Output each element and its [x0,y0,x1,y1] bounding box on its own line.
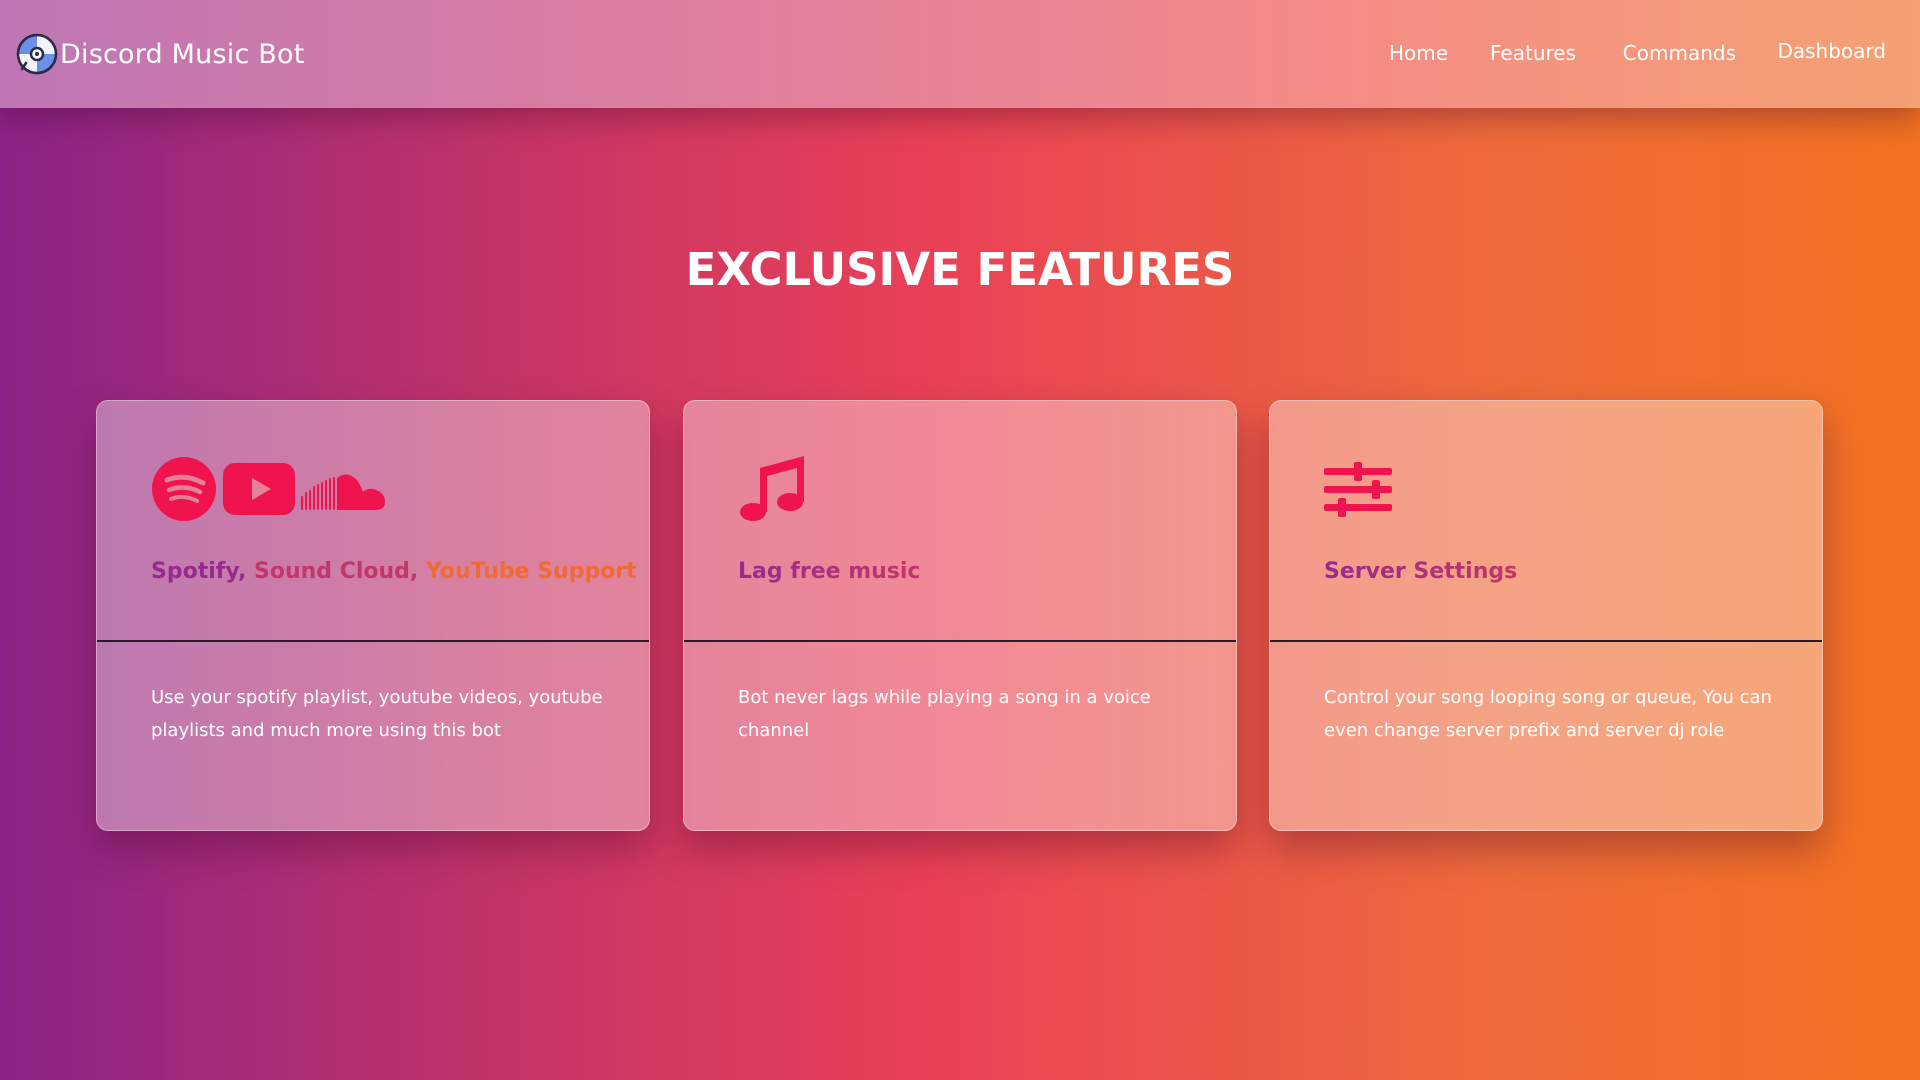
heading-soundcloud: Sound Cloud, [254,559,426,584]
heading-spotify: Spotify, [151,559,254,584]
card-divider [97,640,649,642]
nav-commands-link[interactable]: Commands [1623,41,1736,65]
card-description: Use your spotify playlist, youtube video… [151,687,603,741]
brand-title: Discord Music Bot [60,38,305,70]
music-note-icon [740,456,804,521]
youtube-icon [223,463,295,515]
spotify-icon [152,457,216,521]
card-divider [684,640,1236,642]
card-divider [1270,640,1822,642]
section-title: EXCLUSIVE FEATURES [685,243,1235,296]
feature-card-lag-free: Lag free music Bot never lags while play… [683,400,1237,831]
card-icons [1324,454,1394,524]
navbar: Discord Music Bot Home Features Commands… [0,0,1920,108]
sliders-icon [1324,462,1392,517]
nav-home-link[interactable]: Home [1389,41,1448,65]
nav-features-link[interactable]: Features [1490,41,1576,65]
card-heading: Server Settings [1324,559,1517,584]
feature-card-server-settings: Server Settings Control your song loopin… [1269,400,1823,831]
disc-logo-icon [16,33,58,75]
heading-text: Lag free music [738,559,921,584]
card-heading: Spotify, Sound Cloud, YouTube Support [151,559,637,584]
card-description: Control your song looping song or queue,… [1324,687,1772,741]
brand[interactable]: Discord Music Bot [16,33,305,75]
soundcloud-icon [301,474,385,510]
card-description: Bot never lags while playing a song in a… [738,687,1151,741]
card-icons [151,454,387,524]
heading-youtube: YouTube Support [425,559,637,584]
nav-dashboard-link[interactable]: Dashboard [1777,39,1886,63]
feature-card-platforms: Spotify, Sound Cloud, YouTube Support Us… [96,400,650,831]
heading-text: Server Settings [1324,559,1518,584]
card-heading: Lag free music [738,559,920,584]
card-icons [738,454,808,524]
